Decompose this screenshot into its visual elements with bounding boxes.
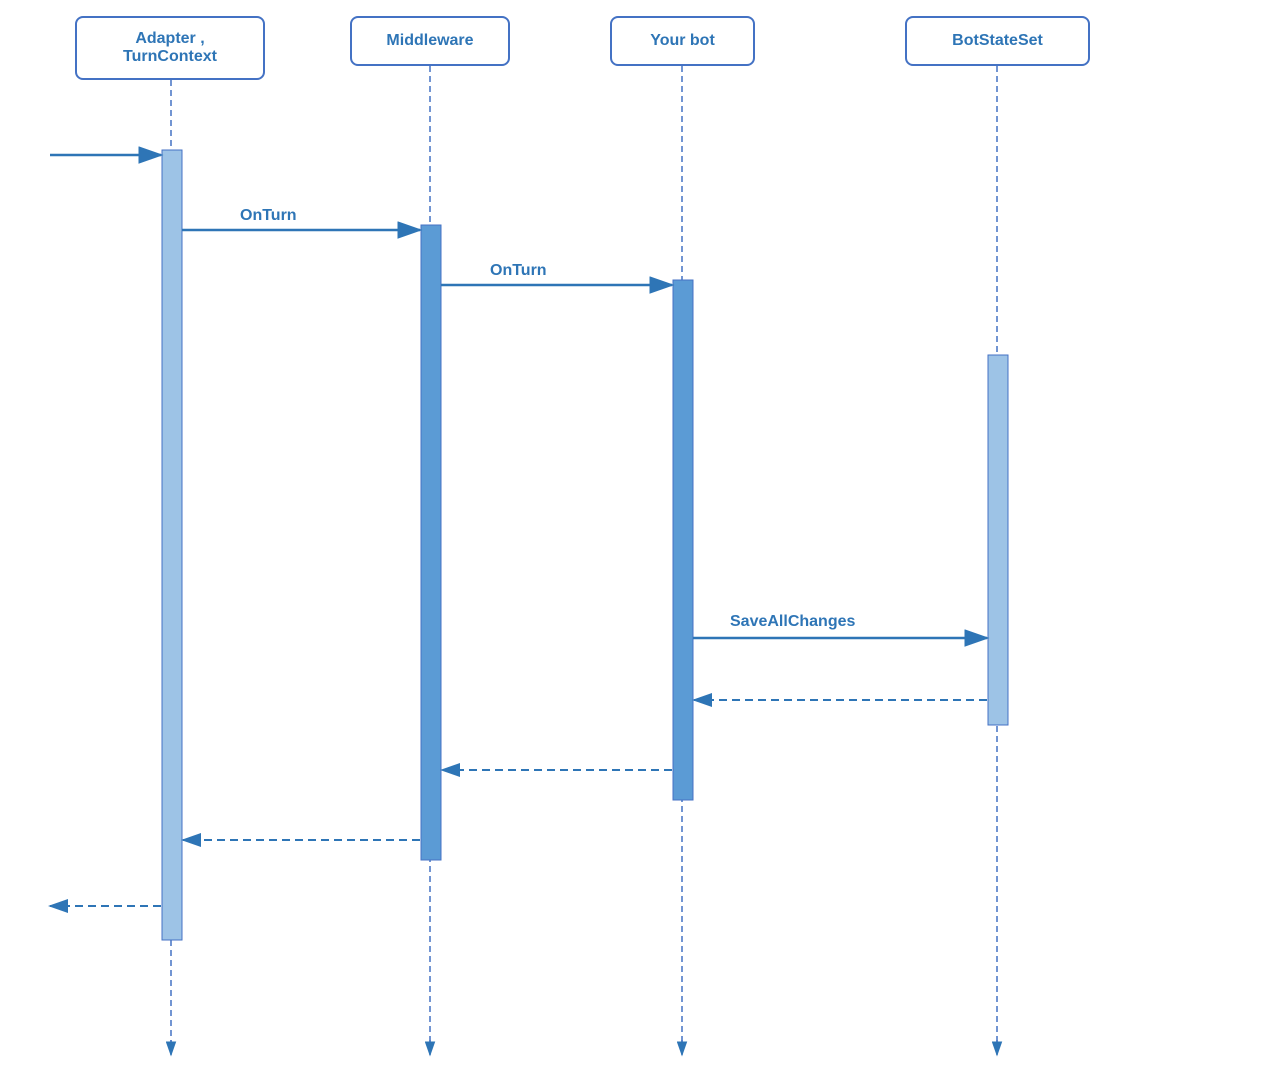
label-saveallchanges: SaveAllChanges — [730, 613, 855, 630]
actor-adapter: Adapter ,TurnContext — [75, 16, 265, 80]
sequence-diagram: Adapter ,TurnContext Middleware Your bot… — [0, 0, 1280, 1090]
actor-middleware-label: Middleware — [386, 32, 473, 50]
actor-yourbot-label: Your bot — [650, 32, 715, 50]
activation-middleware — [421, 225, 441, 860]
actor-middleware: Middleware — [350, 16, 510, 66]
actor-yourbot: Your bot — [610, 16, 755, 66]
actor-adapter-label: Adapter ,TurnContext — [123, 30, 217, 66]
label-onturn2: OnTurn — [490, 262, 547, 279]
activation-adapter — [162, 150, 182, 940]
diagram-svg: OnTurn OnTurn SaveAllChanges — [0, 0, 1280, 1090]
activation-yourbot — [673, 280, 693, 800]
label-onturn1: OnTurn — [240, 207, 297, 224]
activation-botstateset — [988, 355, 1008, 725]
actor-botstateset: BotStateSet — [905, 16, 1090, 66]
actor-botstateset-label: BotStateSet — [952, 32, 1043, 50]
